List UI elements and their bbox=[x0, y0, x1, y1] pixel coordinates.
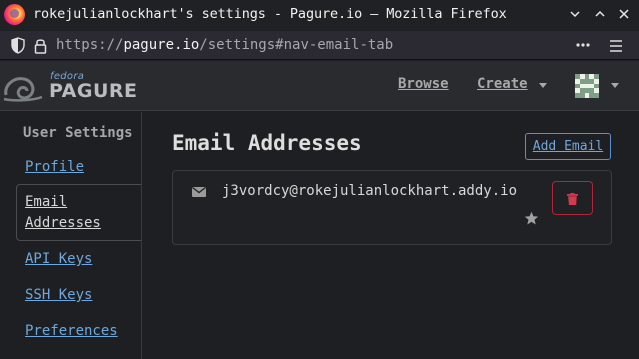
sidebar-item-profile[interactable]: Profile bbox=[25, 157, 84, 178]
settings-sidebar: User Settings Profile Email Addresses AP… bbox=[0, 112, 142, 359]
window-title: rokejulianlockhart's settings - Pagure.i… bbox=[33, 6, 507, 22]
sidebar-item-preferences[interactable]: Preferences bbox=[25, 321, 118, 342]
firefox-logo-icon bbox=[4, 4, 25, 25]
maximize-chevron-up-icon[interactable] bbox=[591, 5, 609, 23]
add-email-button[interactable]: Add Email bbox=[525, 133, 611, 160]
avatar[interactable] bbox=[575, 74, 599, 98]
create-chevron-down-icon[interactable] bbox=[539, 83, 547, 88]
more-options-icon[interactable] bbox=[573, 35, 593, 55]
user-menu-chevron-down-icon[interactable] bbox=[611, 83, 619, 88]
email-list-item: j3vordcy@rokejulianlockhart.addy.io bbox=[172, 170, 612, 245]
minimize-chevron-down-icon[interactable] bbox=[566, 5, 584, 23]
delete-email-button[interactable] bbox=[552, 181, 593, 215]
sidebar-item-email-addresses[interactable]: Email Addresses bbox=[16, 184, 141, 241]
email-address: j3vordcy@rokejulianlockhart.addy.io bbox=[222, 183, 518, 199]
trash-icon bbox=[567, 193, 578, 205]
logo-pagure-text: PAGURE bbox=[49, 80, 138, 102]
nav-browse-link[interactable]: Browse bbox=[398, 76, 449, 92]
pagure-swirl-icon bbox=[3, 77, 43, 102]
sidebar-item-api-keys[interactable]: API Keys bbox=[25, 249, 92, 270]
nav-create-link[interactable]: Create bbox=[477, 76, 528, 92]
site-header: fedora PAGURE Browse Create bbox=[0, 61, 639, 111]
window-titlebar: rokejulianlockhart's settings - Pagure.i… bbox=[0, 0, 639, 30]
url-scheme: https:// bbox=[56, 37, 124, 53]
tracking-shield-icon[interactable] bbox=[10, 37, 26, 54]
default-email-star-icon[interactable] bbox=[524, 211, 539, 226]
url-path: /settings#nav-email-tab bbox=[199, 37, 394, 53]
page-title: Email Addresses bbox=[172, 131, 362, 155]
lock-icon[interactable] bbox=[33, 37, 48, 54]
envelope-icon bbox=[192, 186, 206, 197]
pagure-logo[interactable]: fedora PAGURE bbox=[2, 71, 142, 105]
sidebar-item-ssh-keys[interactable]: SSH Keys bbox=[25, 285, 92, 306]
sidebar-item-label: Email Addresses bbox=[25, 194, 101, 231]
close-window-icon[interactable] bbox=[615, 5, 633, 23]
sidebar-heading: User Settings bbox=[23, 125, 133, 141]
url-domain: pagure.io bbox=[123, 37, 200, 53]
url-bar[interactable]: https://pagure.io/settings#nav-email-tab bbox=[0, 31, 639, 60]
url-text[interactable]: https://pagure.io/settings#nav-email-tab bbox=[56, 37, 393, 53]
hamburger-menu-icon[interactable] bbox=[606, 36, 626, 56]
